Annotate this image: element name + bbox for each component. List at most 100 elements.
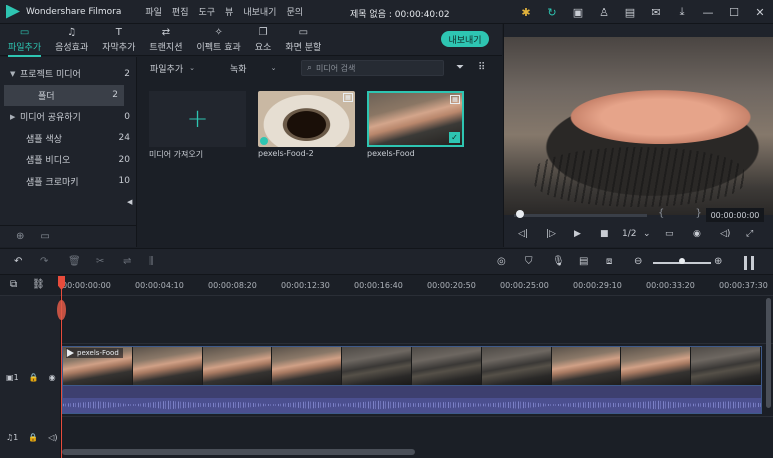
new-folder-icon[interactable]: ⊕ — [16, 231, 24, 242]
render-icon[interactable]: ◎ — [497, 256, 506, 267]
ruler-label: 00:00:25:00 — [500, 281, 549, 290]
mail-icon[interactable]: ✉ — [643, 0, 669, 24]
user-icon[interactable]: ♙ — [591, 0, 617, 24]
undo-icon[interactable]: ↶ — [14, 256, 22, 267]
preview-scrubber[interactable] — [514, 214, 647, 217]
search-input[interactable]: ⌕ 미디어 검색 — [301, 60, 444, 76]
volume-icon[interactable]: ◁) — [720, 229, 730, 239]
mic-icon[interactable]: 🎙 — [552, 256, 565, 267]
menu-edit[interactable]: 편집 — [172, 5, 189, 18]
filter-icon[interactable]: ⏷ — [456, 62, 464, 73]
timeline-ruler[interactable]: ⧉ ⛓ 00:00:00:00 00:00:04:10 00:00:08:20 … — [0, 276, 773, 296]
collapse-sidebar-icon[interactable]: ◀ — [127, 198, 135, 218]
audio-clip[interactable] — [62, 386, 762, 414]
menu-export[interactable]: 내보내기 — [243, 5, 276, 18]
menu-file[interactable]: 파일 — [145, 5, 162, 18]
window-controls: ✱ ↻ ▣ ♙ ▤ ✉ ⤓ — ☐ ✕ — [513, 0, 773, 24]
tab-titles[interactable]: T 자막추가 — [102, 24, 135, 53]
close-icon[interactable]: ✕ — [747, 0, 773, 24]
music-track-icon: ♫1 — [6, 433, 19, 442]
preview-time: 00:00:00:00 — [706, 208, 764, 222]
zoom-out-icon[interactable]: ⊖ — [634, 256, 642, 267]
sidebar-item-folder[interactable]: 폴더 2 — [4, 84, 124, 106]
sidebar-item-count: 0 — [124, 111, 130, 122]
zoom-in-icon[interactable]: ⊕ — [714, 256, 722, 267]
cut-icon[interactable]: ✂ — [96, 256, 104, 267]
tab-transitions[interactable]: ⇄ 트랜지션 — [149, 24, 182, 53]
tab-audio[interactable]: ♫ 음성효과 — [55, 24, 88, 53]
eye-icon[interactable]: ◉ — [49, 373, 56, 382]
folder-icon[interactable]: ▭ — [40, 231, 49, 242]
maximize-icon[interactable]: ☐ — [721, 0, 747, 24]
media-type-dropdown[interactable]: 파일추가 ⌄ — [150, 60, 195, 76]
subtitle-icon[interactable]: ▤ — [579, 256, 588, 267]
ruler-label: 00:00:08:20 — [208, 281, 257, 290]
tab-label: 요소 — [254, 43, 272, 53]
gift-icon[interactable]: ▣ — [565, 0, 591, 24]
add-track-icon[interactable]: ⧉ — [10, 279, 17, 290]
clip-frame — [411, 347, 482, 385]
grid-view-icon[interactable]: ⠿ — [478, 62, 485, 73]
redo-icon[interactable]: ↷ — [40, 256, 48, 267]
tab-media[interactable]: ▭ 파일추가 — [8, 24, 42, 57]
lock-icon[interactable]: 🔒 — [29, 373, 39, 382]
music-track[interactable] — [62, 416, 773, 446]
sidebar-item-shared-media[interactable]: ▶ 미디어 공유하기 0 — [0, 106, 136, 128]
sync-icon[interactable]: ↻ — [539, 0, 565, 24]
link-icon[interactable]: ⛓ — [32, 279, 45, 290]
download-icon[interactable]: ⤓ — [669, 0, 695, 24]
track-headers: ▣1 🔒 ◉ ♫1 🔒 ◁) — [0, 296, 61, 458]
media-thumbnail[interactable]: ▦ — [258, 91, 355, 147]
snap-icon[interactable]: ⧈ — [606, 256, 612, 267]
marker-icon[interactable]: ⛉ — [525, 256, 533, 267]
sidebar-item-project-media[interactable]: ▼ 프로젝트 미디어 2 — [0, 63, 136, 85]
playhead-marker — [57, 300, 66, 320]
stop-icon[interactable]: ■ — [600, 229, 609, 239]
clip-frame — [342, 347, 412, 385]
transition-icon: ⇄ — [161, 27, 171, 38]
minimize-icon[interactable]: — — [695, 0, 721, 24]
document-title: 제목 없음 : 00:00:40:02 — [350, 10, 450, 20]
horizontal-scrollbar[interactable] — [62, 449, 415, 455]
snapshot-icon[interactable]: ◉ — [693, 229, 701, 239]
menu-view[interactable]: 뷰 — [225, 5, 233, 18]
audio-split-icon[interactable]: ⫼ — [149, 256, 154, 267]
tab-split-screen[interactable]: ▭ 화면 분할 — [285, 24, 321, 53]
export-button[interactable]: 내보내기 — [441, 31, 489, 47]
record-dropdown[interactable]: 녹화 ⌄ — [230, 60, 276, 76]
speaker-icon[interactable]: ◁) — [48, 433, 57, 442]
empty-track[interactable] — [62, 297, 773, 344]
video-clip[interactable] — [62, 346, 762, 386]
zoom-knob[interactable] — [679, 258, 685, 264]
pause-icon[interactable] — [744, 256, 754, 270]
sidebar-item-sample-colors[interactable]: 샘플 색상 24 — [0, 128, 136, 150]
vertical-scrollbar[interactable] — [766, 298, 771, 408]
menu-tools[interactable]: 도구 — [198, 5, 215, 18]
chevron-down-icon: ⌄ — [270, 64, 277, 72]
sidebar-item-label: 샘플 비디오 — [26, 156, 71, 167]
tab-effects[interactable]: ✧ 이펙트 효과 — [197, 24, 241, 53]
save-icon[interactable]: ▤ — [617, 0, 643, 24]
menu-help[interactable]: 문의 — [286, 5, 303, 18]
scrubber-knob[interactable] — [516, 210, 524, 218]
delete-icon[interactable]: 🗑 — [68, 256, 81, 267]
quality-dropdown[interactable]: 1/2 — [622, 229, 636, 239]
step-back-icon[interactable]: ◁| — [518, 229, 528, 239]
sidebar-item-sample-videos[interactable]: 샘플 비디오 20 — [0, 149, 136, 171]
adjust-icon[interactable]: ⇌ — [123, 256, 131, 267]
media-thumbnail-selected[interactable]: ▦ ✓ — [367, 91, 464, 147]
fullscreen-icon[interactable]: ⤢ — [746, 229, 753, 239]
lock-icon[interactable]: 🔒 — [28, 433, 38, 442]
tile-label: pexels-Food-2 — [258, 149, 314, 158]
import-media-tile[interactable]: + — [149, 91, 246, 147]
tab-elements[interactable]: ❐ 요소 — [255, 24, 272, 53]
play-icon[interactable]: ▶ — [574, 229, 581, 239]
display-icon[interactable]: ▭ — [665, 229, 674, 239]
play-reverse-icon[interactable]: |▷ — [546, 229, 556, 239]
chevron-down-icon[interactable]: ⌄ — [643, 229, 651, 239]
tile-label: 미디어 가져오기 — [149, 150, 204, 159]
folder-icon: ▭ — [19, 27, 30, 38]
sidebar-item-sample-chroma[interactable]: 샘플 크로마키 10 — [0, 171, 136, 193]
bulb-icon[interactable]: ✱ — [513, 0, 539, 24]
ruler-label: 00:00:29:10 — [573, 281, 622, 290]
